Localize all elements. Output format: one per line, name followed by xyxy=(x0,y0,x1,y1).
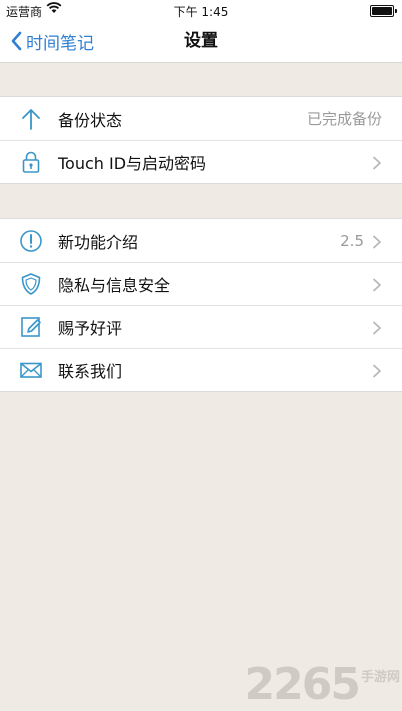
chevron-right-icon xyxy=(372,320,382,335)
navigation-bar: 时间笔记 设置 xyxy=(0,20,402,63)
backup-status-value: 已完成备份 xyxy=(306,110,382,128)
chevron-right-icon xyxy=(372,363,382,378)
settings-group-backup: 备份状态 已完成备份 Touch ID与启动密码 xyxy=(0,96,402,184)
shield-icon xyxy=(19,272,43,296)
row-new-features[interactable]: 新功能介绍 2.5 xyxy=(0,219,402,262)
row-label: 赐予好评 xyxy=(58,318,123,338)
row-label: 联系我们 xyxy=(58,361,123,381)
edit-pen-icon xyxy=(19,315,43,339)
chevron-right-icon xyxy=(372,277,382,292)
row-touch-id-passcode[interactable]: Touch ID与启动密码 xyxy=(0,140,402,183)
row-label: 备份状态 xyxy=(58,110,123,130)
watermark-logo: 2265 手游网 xyxy=(245,663,400,707)
row-rate-app[interactable]: 赐予好评 xyxy=(0,305,402,348)
upload-arrow-icon xyxy=(19,107,43,131)
battery-icon xyxy=(370,5,397,17)
row-backup-status[interactable]: 备份状态 已完成备份 xyxy=(0,97,402,140)
page-title: 设置 xyxy=(184,31,218,51)
chevron-right-icon xyxy=(372,155,382,170)
clock: 下午 1:45 xyxy=(173,5,229,19)
exclamation-circle-icon xyxy=(19,229,43,253)
row-label: 新功能介绍 xyxy=(58,232,139,252)
row-contact-us[interactable]: 联系我们 xyxy=(0,348,402,391)
envelope-icon xyxy=(19,358,43,382)
chevron-right-icon xyxy=(372,234,382,249)
row-label: 隐私与信息安全 xyxy=(58,275,171,295)
version-value: 2.5 xyxy=(340,231,364,250)
watermark-suffix: 手游网 xyxy=(360,670,400,685)
padlock-icon xyxy=(19,150,43,174)
status-bar: 运营商 下午 1:45 xyxy=(0,0,402,20)
settings-group-about: 新功能介绍 2.5 隐私与信息安全 赐予好评 联系我们 xyxy=(0,218,402,392)
watermark-number: 2265 xyxy=(244,659,361,710)
row-label: Touch ID与启动密码 xyxy=(58,153,207,173)
row-privacy-security[interactable]: 隐私与信息安全 xyxy=(0,262,402,305)
